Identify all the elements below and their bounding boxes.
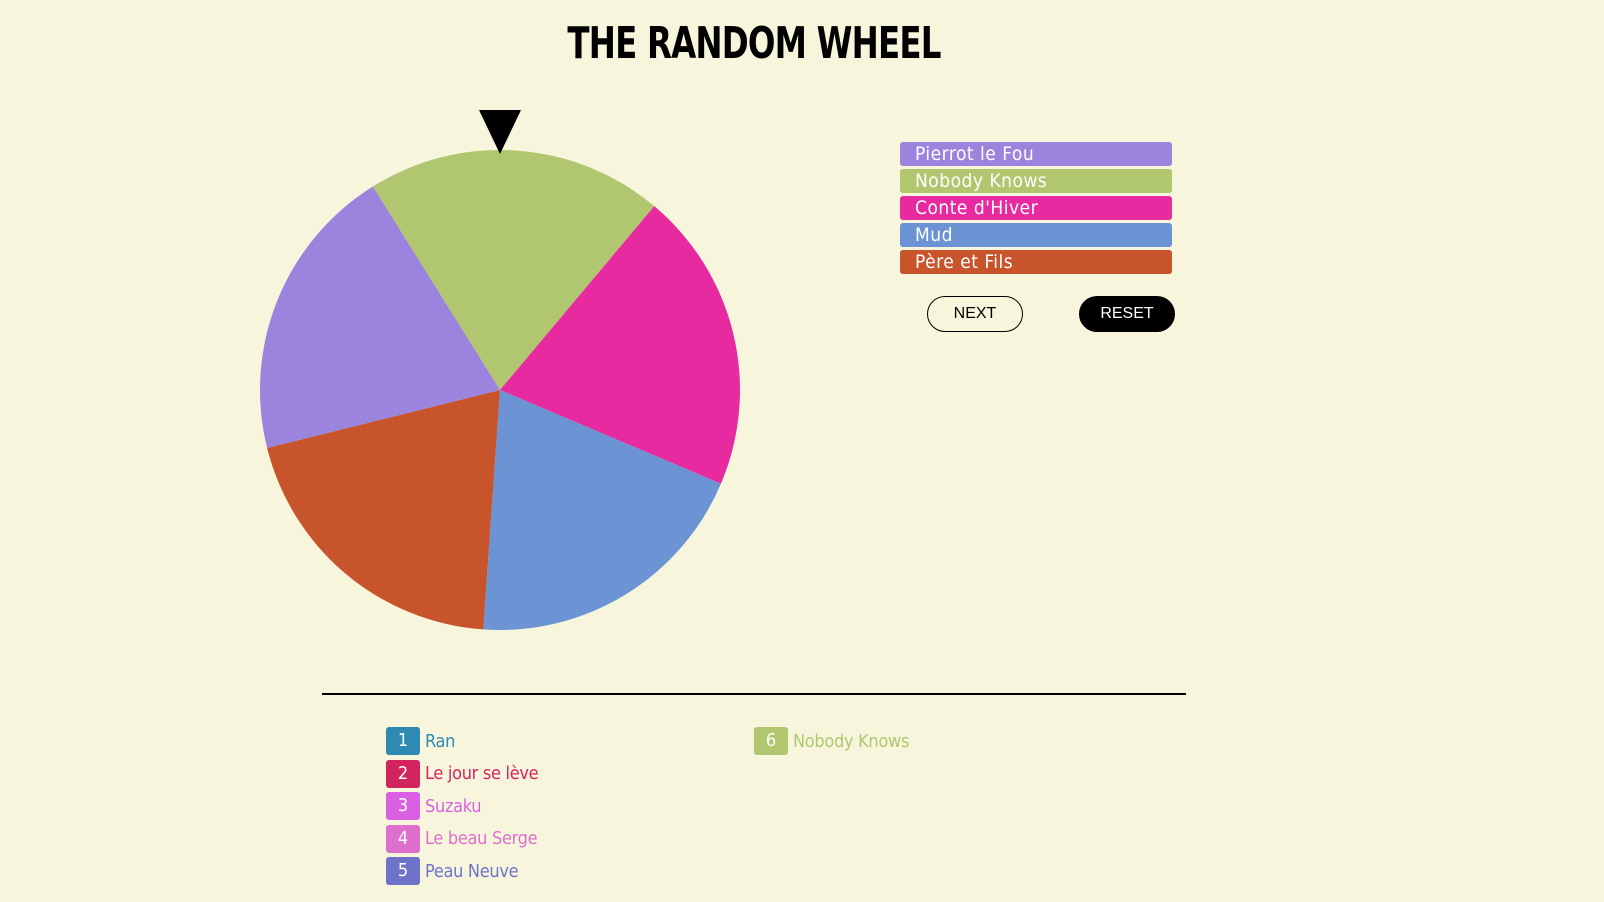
result-number-badge: 1 bbox=[386, 727, 420, 755]
triangle-down-icon bbox=[479, 110, 521, 154]
result-name: Ran bbox=[425, 730, 456, 752]
app-title: THE RANDOM WHEEL bbox=[567, 18, 941, 69]
result-item: 6 Nobody Knows bbox=[754, 727, 909, 755]
result-item: 1 Ran bbox=[386, 727, 538, 755]
result-name: Peau Neuve bbox=[425, 860, 519, 882]
results-column-2: 6 Nobody Knows bbox=[754, 727, 909, 760]
result-name: Suzaku bbox=[425, 795, 482, 817]
wheel-svg[interactable] bbox=[260, 104, 740, 632]
result-number-badge: 4 bbox=[386, 824, 420, 853]
movie-list-item: Nobody Knows bbox=[900, 169, 1172, 193]
movie-list-item: Père et Fils bbox=[900, 250, 1172, 274]
result-number-badge: 2 bbox=[386, 759, 420, 788]
result-number-badge: 6 bbox=[754, 727, 788, 755]
movie-list: Pierrot le Fou Nobody Knows Conte d'Hive… bbox=[900, 142, 1172, 277]
random-wheel[interactable] bbox=[260, 104, 740, 632]
movie-list-item: Mud bbox=[900, 223, 1172, 247]
next-button[interactable]: NEXT bbox=[927, 296, 1023, 332]
result-name: Nobody Knows bbox=[793, 730, 910, 752]
reset-button[interactable]: RESET bbox=[1079, 296, 1175, 332]
movie-list-item: Conte d'Hiver bbox=[900, 196, 1172, 220]
result-number-badge: 3 bbox=[386, 792, 420, 820]
result-item: 5 Peau Neuve bbox=[386, 857, 538, 885]
movie-list-item: Pierrot le Fou bbox=[900, 142, 1172, 166]
results-column-1: 1 Ran 2 Le jour se lève 3 Suzaku 4 Le be… bbox=[386, 727, 539, 890]
result-name: Le jour se lève bbox=[425, 763, 539, 784]
result-item: 2 Le jour se lève bbox=[386, 759, 539, 788]
result-name: Le beau Serge bbox=[425, 828, 538, 849]
result-item: 3 Suzaku bbox=[386, 792, 538, 820]
result-item: 4 Le beau Serge bbox=[386, 824, 538, 853]
result-number-badge: 5 bbox=[386, 857, 420, 885]
divider bbox=[322, 693, 1186, 695]
